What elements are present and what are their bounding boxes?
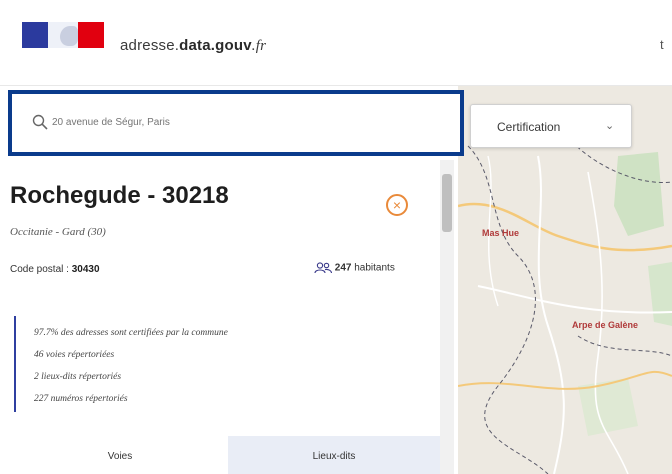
commune-panel: Rochegude - 30218 × Occitanie - Gard (30… — [0, 160, 458, 474]
certification-label: Certification — [497, 120, 561, 134]
tab-voies[interactable]: Voies — [10, 436, 230, 474]
tab-lieux-dits[interactable]: Lieux-dits — [228, 436, 440, 474]
chevron-down-icon: ⌄ — [605, 120, 615, 132]
certification-select[interactable]: Certification ⌄ — [470, 104, 632, 148]
commune-tabs: Voies Lieux-dits — [0, 436, 440, 474]
address-search — [8, 90, 464, 156]
habitants-label: habitants — [354, 262, 395, 274]
brand-suffix: .fr — [251, 38, 267, 54]
postal-value: 30430 — [71, 264, 100, 275]
postal-code: Code postal : 30430 — [10, 264, 100, 275]
search-input[interactable] — [52, 110, 432, 134]
map-label-mas-hue: Mas Hue — [482, 228, 520, 238]
scrollbar-thumb[interactable] — [442, 174, 452, 232]
stat-numeros: 227 numéros répertoriés — [34, 394, 128, 404]
map-label-arpe: Arpe de Galène — [572, 320, 639, 330]
flag-icon — [22, 22, 104, 48]
close-icon[interactable]: × — [386, 194, 408, 216]
commune-title: Rochegude - 30218 — [10, 182, 229, 209]
stat-lieux-dits: 2 lieux-dits répertoriés — [34, 372, 122, 382]
habitants-count: 247 — [334, 262, 352, 274]
commune-region: Occitanie - Gard (30) — [10, 226, 106, 238]
people-icon — [314, 262, 332, 274]
site-header: adresse.data.gouv.fr t — [0, 0, 672, 86]
brand-bold: data.gouv — [179, 37, 252, 54]
population: 247 habitants — [314, 262, 395, 274]
commune-stats: 97.7% des adresses sont certifiées par l… — [14, 316, 424, 412]
brand-prefix: adresse. — [120, 37, 180, 54]
header-nav-partial[interactable]: t — [660, 37, 664, 52]
stat-certification: 97.7% des adresses sont certifiées par l… — [34, 328, 228, 338]
postal-label: Code postal : — [10, 264, 69, 275]
stat-voies: 46 voies répertoriées — [34, 350, 115, 360]
site-brand[interactable]: adresse.data.gouv.fr — [120, 37, 266, 55]
search-icon — [32, 114, 48, 130]
republique-francaise-logo[interactable] — [22, 22, 104, 68]
